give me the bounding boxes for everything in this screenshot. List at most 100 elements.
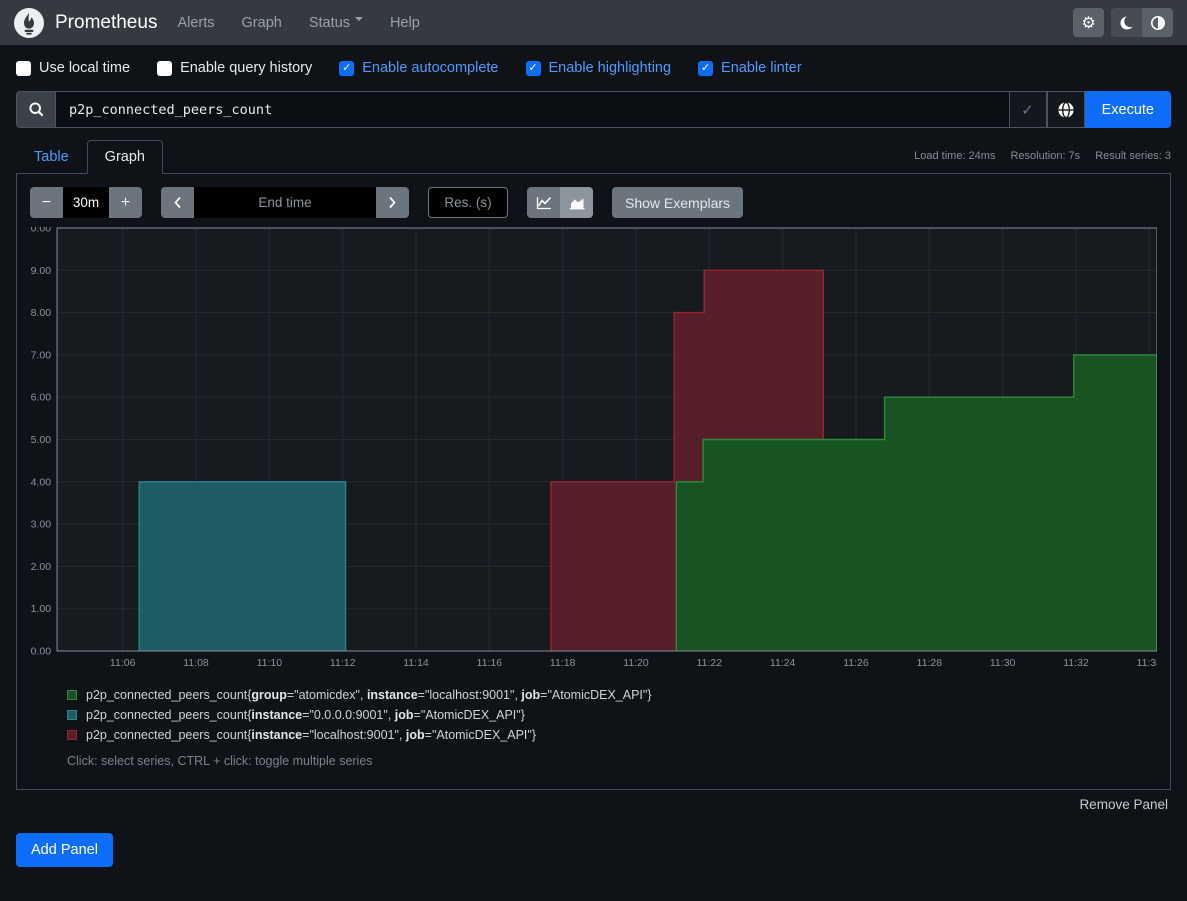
y-axis-tick-label: 8.00 (31, 307, 52, 319)
moon-icon (1119, 15, 1135, 31)
end-time-input[interactable] (194, 187, 376, 218)
checkbox-box-icon: ✓ (526, 61, 541, 76)
x-axis-tick-label: 11:20 (623, 657, 649, 669)
x-axis-tick-label: 11:12 (330, 657, 356, 669)
legend-item[interactable]: p2p_connected_peers_count{instance="0.0.… (67, 708, 1157, 722)
legend-swatch (67, 710, 77, 720)
graph-controls: − + (30, 187, 1157, 218)
x-axis-tick-label: 11:08 (183, 657, 209, 669)
legend-hint: Click: select series, CTRL + click: togg… (67, 754, 1157, 768)
legend-swatch (67, 730, 77, 740)
checkbox-box-icon (157, 61, 172, 76)
time-back-button[interactable] (161, 187, 194, 218)
check-icon: ✓ (1021, 102, 1034, 119)
legend-item[interactable]: p2p_connected_peers_count{group="atomicd… (67, 688, 1157, 702)
legend: p2p_connected_peers_count{group="atomicd… (67, 688, 1157, 742)
resolution: Resolution: 7s (1010, 150, 1080, 162)
query-bar: ✓ Execute (16, 91, 1171, 128)
legend-label: p2p_connected_peers_count{instance="0.0.… (86, 708, 525, 722)
checkbox-use-local-time[interactable]: Use local time (16, 60, 130, 76)
y-axis-tick-label: 6.00 (31, 392, 52, 404)
theme-dark-button[interactable] (1111, 8, 1142, 37)
y-axis-tick-label: 9.00 (31, 265, 52, 277)
x-axis-tick-label: 11:34 (1137, 657, 1157, 669)
checkbox-box-icon: ✓ (698, 61, 713, 76)
checkbox-label: Use local time (39, 60, 130, 76)
settings-gear-button[interactable]: ⚙ (1073, 8, 1104, 37)
line-chart-icon (535, 195, 553, 211)
checkbox-enable-autocomplete[interactable]: ✓ Enable autocomplete (339, 60, 498, 76)
legend-swatch (67, 690, 77, 700)
time-forward-button[interactable] (376, 187, 409, 218)
stacked-graph-toggle-button[interactable] (560, 187, 593, 218)
x-axis-tick-label: 11:32 (1063, 657, 1089, 669)
stacked-chart-icon (568, 195, 586, 211)
chevron-left-icon (173, 196, 182, 209)
y-axis-tick-label: 3.00 (31, 519, 52, 531)
checkbox-label: Enable highlighting (549, 60, 672, 76)
y-axis-tick-label: 10.00 (30, 227, 51, 234)
prometheus-logo-icon (14, 8, 44, 38)
globe-icon (1057, 101, 1075, 119)
graph-panel: − + (16, 173, 1171, 790)
nav-item-alerts[interactable]: Alerts (177, 15, 214, 31)
y-axis-tick-label: 5.00 (31, 434, 52, 446)
tab-table[interactable]: Table (16, 140, 87, 174)
checkbox-box-icon: ✓ (339, 61, 354, 76)
checkbox-label: Enable query history (180, 60, 312, 76)
query-valid-button[interactable]: ✓ (1010, 91, 1047, 128)
options-row: Use local time Enable query history ✓ Enabl… (0, 45, 1187, 88)
checkbox-enable-linter[interactable]: ✓ Enable linter (698, 60, 802, 76)
nav-item-status-dropdown[interactable]: Status (309, 15, 363, 31)
remove-panel-link[interactable]: Remove Panel (1079, 797, 1168, 812)
navbar: Prometheus Alerts Graph Status Help ⚙ (0, 0, 1187, 45)
gear-icon: ⚙ (1081, 13, 1095, 33)
add-panel-button[interactable]: Add Panel (16, 833, 113, 867)
x-axis-tick-label: 11:06 (110, 657, 136, 669)
graph-canvas[interactable]: 0.00 1.00 2.00 3.00 4.00 5.00 6.00 7.00 8.00 9.00… (30, 227, 1157, 675)
y-axis-tick-label: 1.00 (31, 603, 52, 615)
checkbox-enable-query-history[interactable]: Enable query history (157, 60, 312, 76)
x-axis-tick-label: 11:14 (403, 657, 429, 669)
search-addon (16, 91, 55, 128)
chevron-down-icon (355, 17, 363, 25)
range-decrease-button[interactable]: − (30, 187, 63, 218)
y-axis-tick-label: 4.00 (31, 476, 52, 488)
nav-links: Alerts Graph Status Help (177, 15, 419, 31)
x-axis-tick-label: 11:26 (843, 657, 869, 669)
nav-item-graph[interactable]: Graph (242, 15, 282, 31)
tabs-row: Table Graph Load time: 24ms Resolution: … (0, 140, 1187, 173)
search-icon (28, 101, 45, 118)
legend-label: p2p_connected_peers_count{instance="loca… (86, 728, 536, 742)
y-axis-tick-label: 2.00 (31, 561, 52, 573)
legend-item[interactable]: p2p_connected_peers_count{instance="loca… (67, 728, 1157, 742)
checkbox-box-icon (16, 61, 31, 76)
x-axis-tick-label: 11:16 (477, 657, 503, 669)
chevron-right-icon (388, 196, 397, 209)
query-input[interactable] (55, 91, 1010, 128)
metrics-explorer-button[interactable] (1047, 91, 1085, 128)
resolution-input[interactable] (428, 187, 508, 218)
nav-item-help[interactable]: Help (390, 15, 420, 31)
range-increase-button[interactable]: + (109, 187, 142, 218)
checkbox-enable-highlighting[interactable]: ✓ Enable highlighting (526, 60, 672, 76)
x-axis-tick-label: 11:28 (917, 657, 943, 669)
load-time: Load time: 24ms (914, 150, 995, 162)
x-axis-tick-label: 11:30 (990, 657, 1016, 669)
x-axis-tick-label: 11:24 (770, 657, 796, 669)
tab-graph[interactable]: Graph (87, 140, 163, 174)
line-graph-toggle-button[interactable] (527, 187, 560, 218)
range-duration-input[interactable] (63, 187, 109, 218)
theme-auto-button[interactable] (1142, 8, 1173, 37)
show-exemplars-button[interactable]: Show Exemplars (612, 187, 743, 218)
y-axis-tick-label: 0.00 (31, 646, 52, 658)
brand-title[interactable]: Prometheus (55, 12, 157, 34)
checkbox-label: Enable linter (721, 60, 802, 76)
y-axis-tick-label: 7.00 (31, 349, 52, 361)
result-series: Result series: 3 (1095, 150, 1171, 162)
execute-button[interactable]: Execute (1085, 91, 1171, 128)
contrast-icon (1150, 15, 1166, 31)
x-axis-tick-label: 11:10 (257, 657, 283, 669)
checkbox-label: Enable autocomplete (362, 60, 498, 76)
query-stats: Load time: 24ms Resolution: 7s Result se… (914, 150, 1171, 173)
